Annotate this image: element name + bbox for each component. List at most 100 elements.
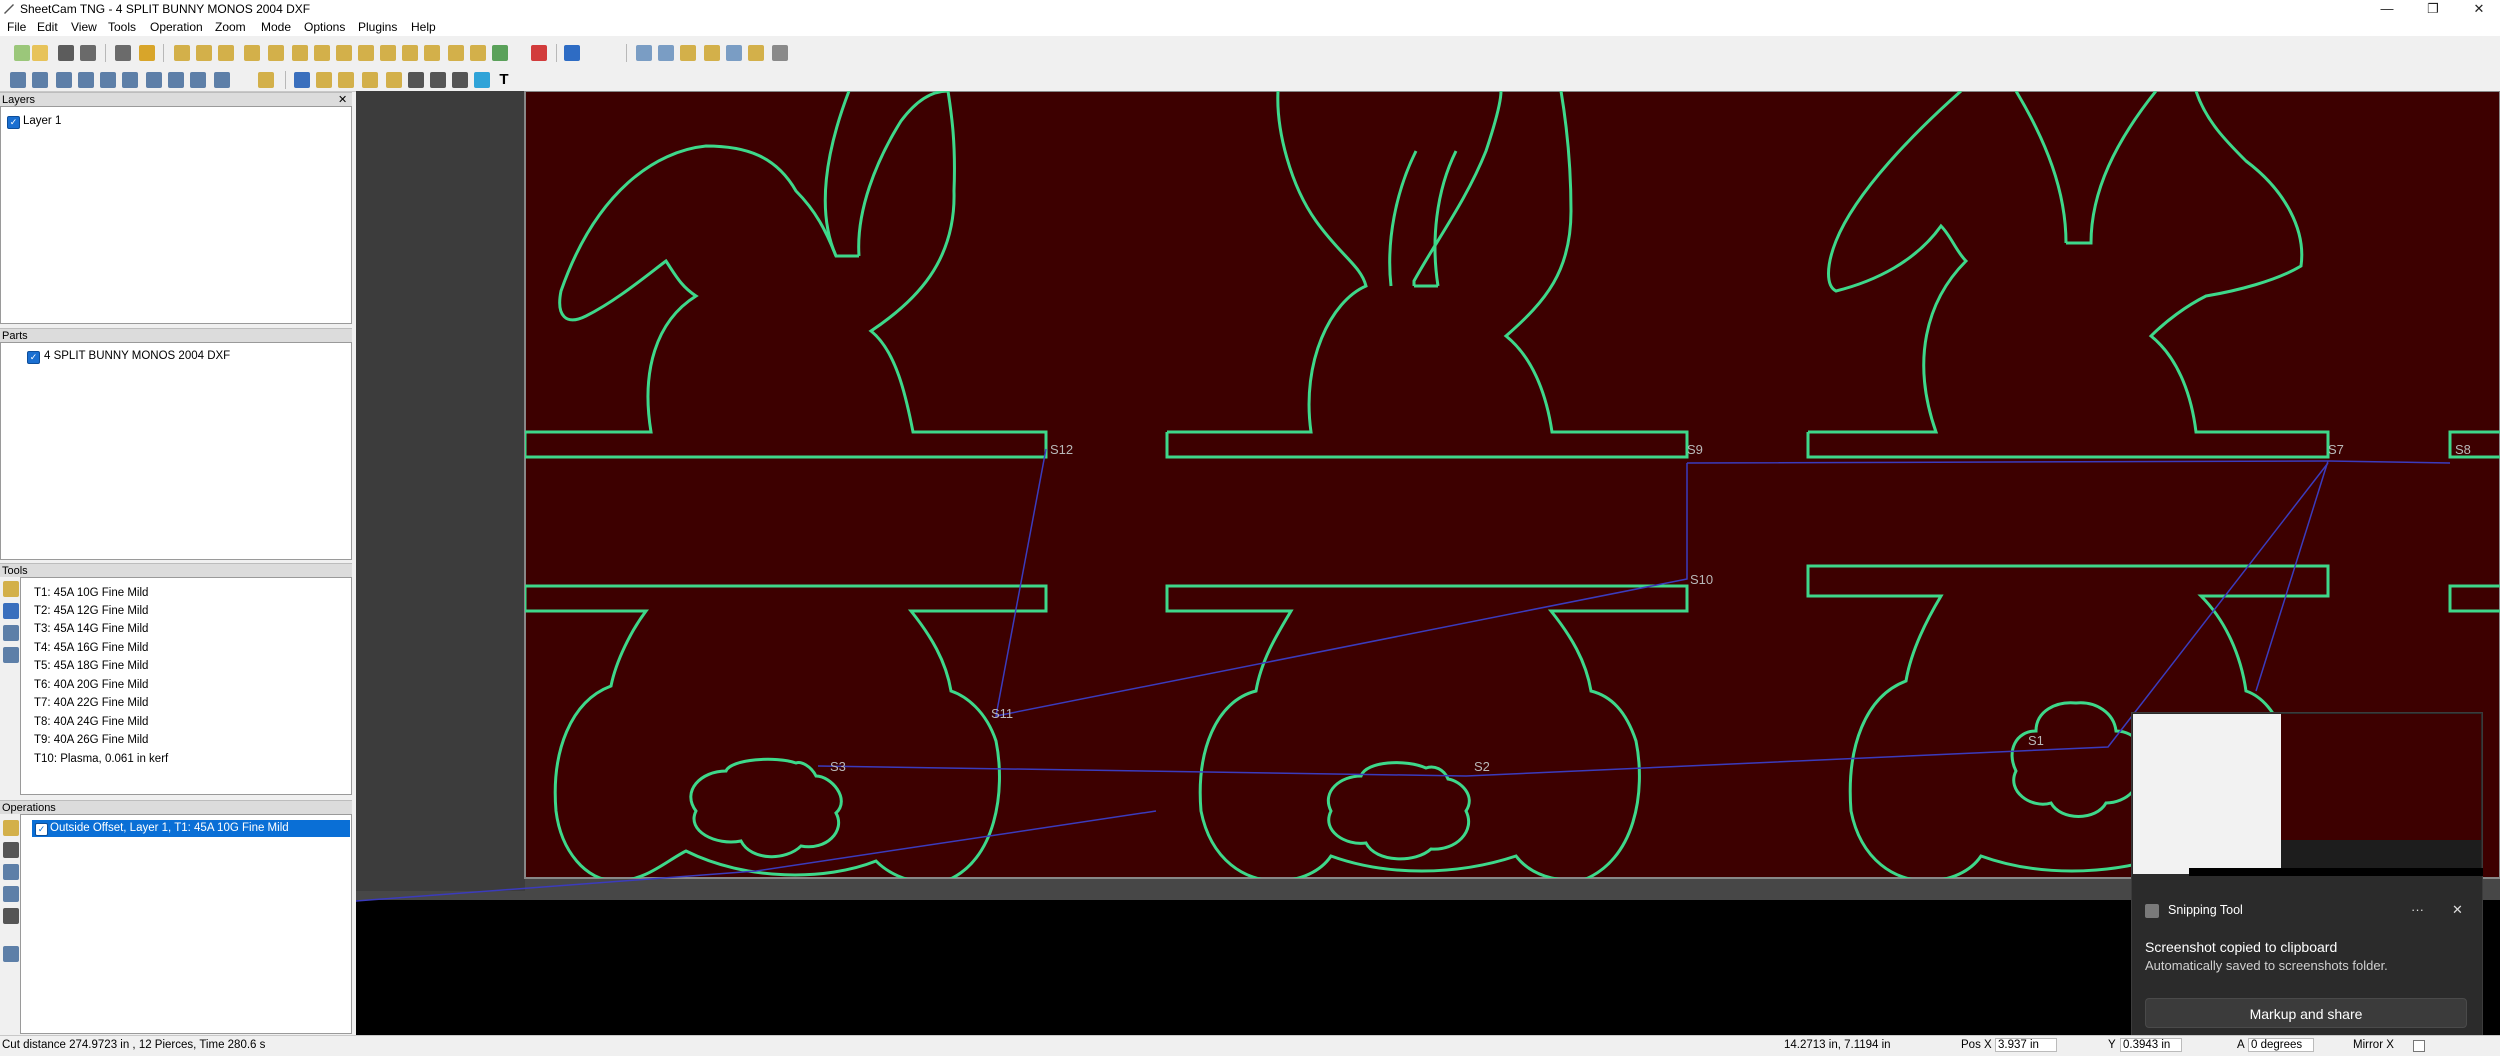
lead-out-icon[interactable] [362,72,378,88]
new-job-icon[interactable] [14,45,30,61]
tool-item-t9[interactable]: T9: 40A 26G Fine Mild [34,731,148,749]
operation-row-selected[interactable]: Outside Offset, Layer 1, T1: 45A 10G Fin… [32,820,350,837]
open-job-icon[interactable] [32,45,48,61]
measure-icon[interactable] [214,72,230,88]
toast-more-button[interactable]: ··· [2411,902,2424,917]
zoom-previous-icon[interactable] [772,45,788,61]
menu-view[interactable]: View [71,20,97,34]
part-checkbox[interactable]: ✓ [27,351,40,364]
operation-icon-5[interactable] [268,45,284,61]
close-window-button[interactable]: ✕ [2456,0,2500,18]
tool-library-icon[interactable] [3,647,19,663]
lead-in-icon[interactable] [338,72,354,88]
nest-icon[interactable] [190,72,206,88]
tool-item-t1[interactable]: T1: 45A 10G Fine Mild [34,584,148,602]
mirror-x-checkbox[interactable] [2413,1040,2425,1052]
zoom-window-icon[interactable] [680,45,696,61]
part-item-label[interactable]: 4 SPLIT BUNNY MONOS 2004 DXF [44,350,230,362]
menu-operation[interactable]: Operation [150,20,203,34]
operation-icon-13[interactable] [448,45,464,61]
layer-item-label[interactable]: Layer 1 [23,115,61,127]
plasma-icon[interactable] [474,72,490,88]
layers-icon[interactable] [32,72,48,88]
zoom-part-icon[interactable] [748,45,764,61]
operation-checkbox[interactable]: ✓ [35,823,48,836]
zoom-in-icon[interactable] [636,45,652,61]
angle-field[interactable]: 0 degrees [2248,1038,2314,1052]
edit-operation-icon[interactable] [3,842,19,858]
tool-item-t4[interactable]: T4: 45A 16G Fine Mild [34,639,148,657]
layer-checkbox[interactable]: ✓ [7,116,20,129]
edit-tool-icon[interactable] [3,603,19,619]
menu-tools[interactable]: Tools [108,20,136,34]
zoom-out-icon[interactable] [658,45,674,61]
operation-copy-icon[interactable] [3,886,19,902]
operation-icon-6[interactable] [292,45,308,61]
menu-plugins[interactable]: Plugins [358,20,397,34]
tool-item-t10[interactable]: T10: Plasma, 0.061 in kerf [34,750,168,768]
menu-file[interactable]: File [7,20,26,34]
close-layers-panel-icon[interactable]: ✕ [338,93,347,106]
pos-x-field[interactable]: 3.937 in [1995,1038,2057,1052]
scale-icon[interactable] [146,72,162,88]
operation-icon-10[interactable] [380,45,396,61]
save-icon[interactable] [58,45,74,61]
minimize-button[interactable]: — [2364,0,2410,18]
operation-path-icon[interactable] [3,908,19,924]
delete-icon[interactable] [531,45,547,61]
zoom-fit-icon[interactable] [704,45,720,61]
start-point-icon[interactable] [316,72,332,88]
table-icon[interactable] [56,72,72,88]
text-tool-icon[interactable]: T [496,72,512,88]
print-icon[interactable] [80,45,96,61]
operation-icon-3[interactable] [218,45,234,61]
tool-table-icon[interactable] [3,625,19,641]
frame-icon[interactable] [452,72,468,88]
new-tool-icon[interactable] [3,581,19,597]
operation-icon-4[interactable] [244,45,260,61]
toast-close-button[interactable]: ✕ [2452,902,2463,918]
calculator-icon[interactable] [115,45,131,61]
markup-and-share-button[interactable]: Markup and share [2145,998,2467,1028]
tab-icon[interactable] [386,72,402,88]
tool-item-t3[interactable]: T3: 45A 14G Fine Mild [34,620,148,638]
run-icon[interactable] [492,45,508,61]
operation-icon-11[interactable] [402,45,418,61]
menu-help[interactable]: Help [411,20,436,34]
operation-icon-8[interactable] [336,45,352,61]
y-field[interactable]: 0.3943 in [2120,1038,2182,1052]
tool-item-t5[interactable]: T5: 45A 18G Fine Mild [34,657,148,675]
tool-item-t6[interactable]: T6: 40A 20G Fine Mild [34,676,148,694]
path-icon[interactable] [100,72,116,88]
arrow-icon[interactable] [168,72,184,88]
menu-mode[interactable]: Mode [261,20,291,34]
shape-icon[interactable] [78,72,94,88]
menu-zoom[interactable]: Zoom [215,20,246,34]
operation-icon-2[interactable] [196,45,212,61]
menu-edit[interactable]: Edit [37,20,58,34]
rotate-icon[interactable] [430,72,446,88]
curve-icon[interactable] [122,72,138,88]
post-process-icon[interactable] [139,45,155,61]
operation-icon-12[interactable] [424,45,440,61]
maximize-button[interactable]: ❐ [2410,0,2456,18]
operation-list-icon[interactable] [3,946,19,962]
undo-icon[interactable] [564,45,580,61]
toast-app-name: Snipping Tool [2168,903,2243,917]
operation-icon-14[interactable] [470,45,486,61]
operation-icon-9[interactable] [358,45,374,61]
operation-table-icon[interactable] [3,864,19,880]
menu-options[interactable]: Options [304,20,345,34]
zoom-all-icon[interactable] [726,45,742,61]
operation-icon-7[interactable] [314,45,330,61]
tool-item-t2[interactable]: T2: 45A 12G Fine Mild [34,602,148,620]
layers-panel-title: Layers [2,94,36,106]
tool-item-t8[interactable]: T8: 40A 24G Fine Mild [34,713,148,731]
new-operation-icon[interactable] [3,820,19,836]
select-pointer-icon[interactable] [294,72,310,88]
grid-icon[interactable] [258,72,274,88]
tool-item-t7[interactable]: T7: 40A 22G Fine Mild [34,694,148,712]
operation-icon-1[interactable] [174,45,190,61]
layer-tool-icon[interactable] [10,72,26,88]
move-crosshair-icon[interactable] [408,72,424,88]
